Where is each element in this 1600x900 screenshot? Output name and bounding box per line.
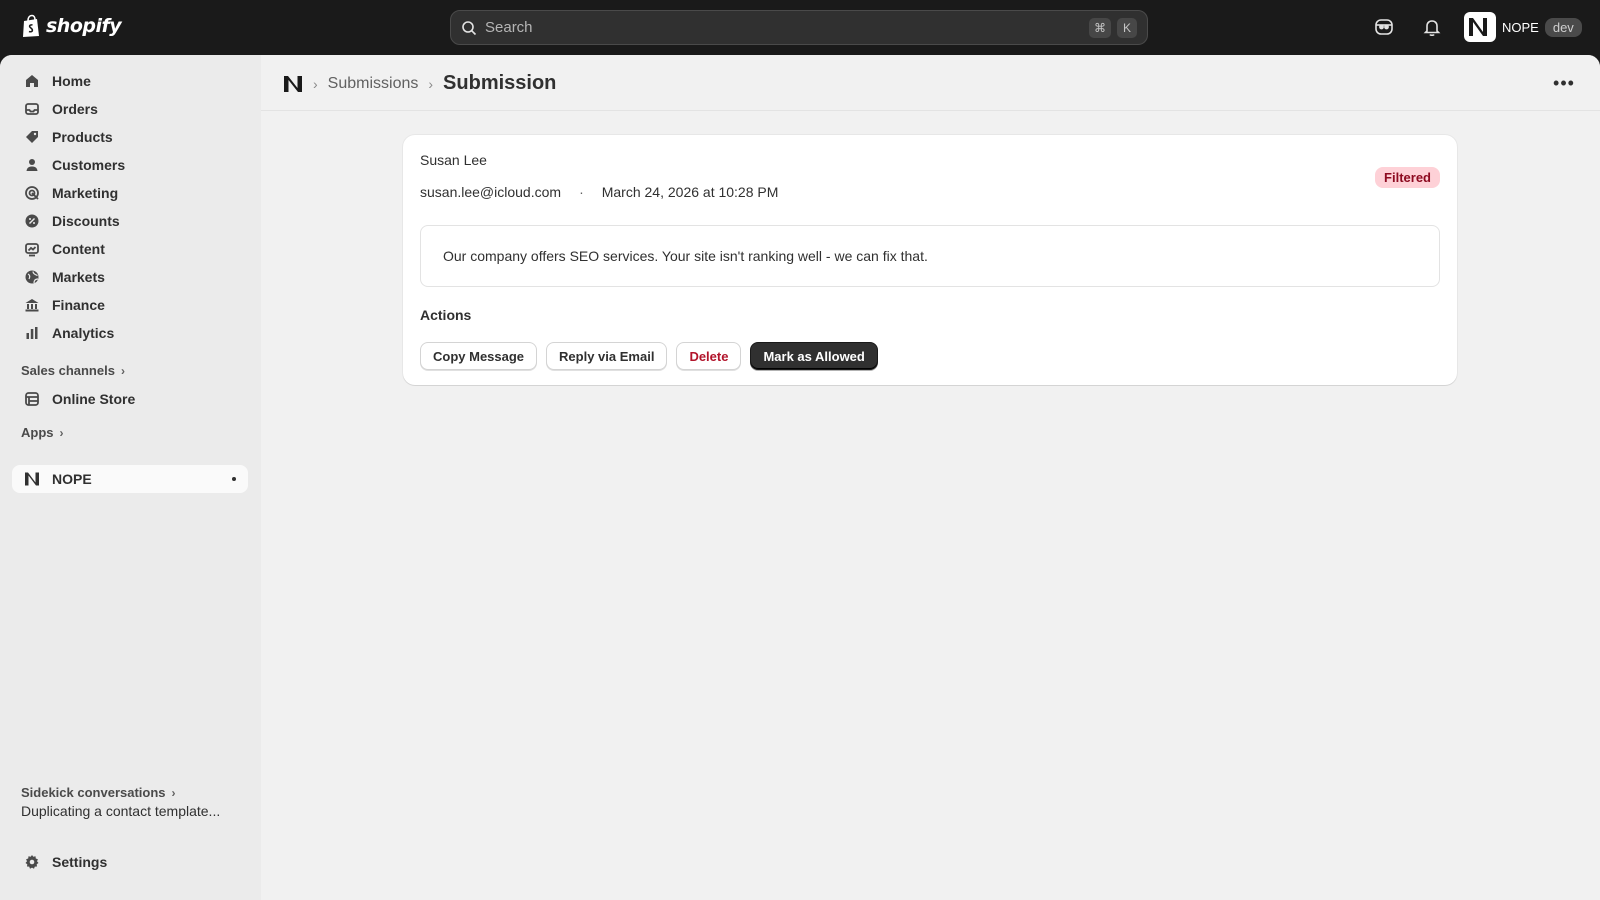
sidebar-item-content[interactable]: Content: [12, 235, 248, 263]
sidebar-item-orders[interactable]: Orders: [12, 95, 248, 123]
sidebar-item-nope-app[interactable]: NOPE: [12, 465, 248, 493]
page-title: Submission: [443, 72, 557, 94]
mark-as-allowed-button[interactable]: Mark as Allowed: [750, 342, 878, 370]
home-icon: [26, 75, 38, 87]
bank-icon: [25, 299, 39, 312]
submission-meta: susan.lee@icloud.com · March 24, 2026 at…: [420, 184, 778, 200]
discount-icon: [25, 214, 39, 228]
sidebar-item-label: Products: [52, 129, 113, 145]
sidebar-item-label: Marketing: [52, 185, 119, 201]
sidekick-conversations-heading[interactable]: Sidekick conversations ›: [21, 785, 176, 800]
sidebar-item-home[interactable]: Home: [12, 67, 248, 95]
sidebar-item-label: Online Store: [52, 391, 136, 407]
sidebar-item-finance[interactable]: Finance: [12, 291, 248, 319]
search-placeholder: Search: [485, 19, 533, 36]
apps-label: Apps: [21, 425, 54, 440]
app-shell: Home Orders Products Customers Marketing…: [0, 55, 1600, 900]
breadcrumb: › Submissions › Submission: [283, 72, 556, 95]
store-icon: [25, 392, 39, 406]
sales-channels-label: Sales channels: [21, 363, 115, 378]
top-bar: shopify Search ⌘ K NOPE dev: [0, 0, 1600, 55]
chevron-right-icon: ›: [428, 75, 434, 92]
sidebar-item-label: Markets: [52, 269, 105, 285]
store-name: NOPE: [1502, 19, 1539, 35]
nope-logo-icon: [1469, 18, 1487, 36]
main-content: › Submissions › Submission ••• Susan Lee…: [261, 55, 1600, 900]
sidebar-item-label: Analytics: [52, 325, 115, 341]
nope-app-icon[interactable]: [283, 74, 303, 94]
sidekick-icon[interactable]: [1373, 16, 1395, 38]
shopify-logo[interactable]: shopify: [20, 14, 122, 38]
sidebar-item-label: Home: [52, 73, 91, 89]
status-badge: Filtered: [1375, 167, 1440, 188]
sales-channels-heading[interactable]: Sales channels ›: [21, 363, 125, 378]
reply-via-email-button[interactable]: Reply via Email: [546, 342, 668, 370]
content-icon: [25, 243, 39, 257]
sender-name: Susan Lee: [420, 152, 487, 168]
shortcut-key-cmd: ⌘: [1089, 17, 1111, 38]
chart-icon: [26, 327, 38, 339]
sidebar-item-settings[interactable]: Settings: [12, 848, 248, 876]
sidebar-item-label: Content: [52, 241, 105, 257]
inbox-icon: [25, 103, 39, 115]
globe-icon: [25, 270, 39, 284]
person-icon: [26, 159, 38, 171]
sidebar-item-label: Orders: [52, 101, 98, 117]
sidebar-item-label: Discounts: [52, 213, 120, 229]
chevron-right-icon: ›: [171, 785, 176, 800]
sidebar: Home Orders Products Customers Marketing…: [0, 55, 261, 900]
sidebar-item-analytics[interactable]: Analytics: [12, 319, 248, 347]
sidebar-item-discounts[interactable]: Discounts: [12, 207, 248, 235]
store-menu[interactable]: NOPE dev: [1464, 12, 1582, 42]
brand-name: shopify: [46, 15, 122, 37]
active-indicator-dot: [232, 477, 236, 481]
breadcrumb-submissions-link[interactable]: Submissions: [328, 75, 419, 93]
sidekick-conversation-item[interactable]: Duplicating a contact template...: [21, 803, 245, 819]
copy-message-button[interactable]: Copy Message: [420, 342, 538, 370]
dev-badge: dev: [1544, 17, 1582, 37]
sidebar-item-label: Customers: [52, 157, 126, 173]
sidebar-item-label: Settings: [52, 854, 108, 870]
nope-app-icon: [25, 472, 39, 486]
sidekick-conversations-label: Sidekick conversations: [21, 785, 166, 800]
sidebar-item-online-store[interactable]: Online Store: [12, 385, 248, 413]
sidebar-item-products[interactable]: Products: [12, 123, 248, 151]
sidebar-item-markets[interactable]: Markets: [12, 263, 248, 291]
shortcut-key-k: K: [1117, 17, 1137, 38]
chevron-right-icon: ›: [120, 363, 125, 378]
gear-icon: [25, 855, 39, 869]
submission-card: Susan Lee susan.lee@icloud.com · March 2…: [403, 135, 1457, 385]
action-buttons: Copy Message Reply via Email Delete Mark…: [420, 342, 878, 370]
sidebar-item-customers[interactable]: Customers: [12, 151, 248, 179]
chevron-right-icon: ›: [59, 425, 64, 440]
sidebar-item-marketing[interactable]: Marketing: [12, 179, 248, 207]
delete-button[interactable]: Delete: [676, 342, 742, 370]
meta-separator: ·: [579, 184, 584, 200]
actions-heading: Actions: [420, 307, 472, 323]
more-actions-button[interactable]: •••: [1550, 71, 1578, 95]
sidebar-item-label: NOPE: [52, 471, 92, 487]
ellipsis-icon: •••: [1553, 72, 1575, 93]
submission-date: March 24, 2026 at 10:28 PM: [601, 184, 779, 200]
tag-icon: [26, 131, 38, 143]
chevron-right-icon: ›: [313, 75, 318, 92]
sender-email: susan.lee@icloud.com: [420, 184, 562, 200]
shopify-bag-icon: [23, 14, 39, 37]
sidebar-item-label: Finance: [52, 297, 105, 313]
bell-icon[interactable]: [1421, 16, 1443, 38]
search-input[interactable]: Search ⌘ K: [450, 10, 1148, 45]
page-header: › Submissions › Submission •••: [261, 55, 1600, 111]
apps-heading[interactable]: Apps ›: [21, 425, 64, 440]
message-box: Our company offers SEO services. Your si…: [420, 225, 1440, 287]
store-avatar: [1464, 12, 1496, 42]
target-icon: [25, 186, 39, 200]
message-text: Our company offers SEO services. Your si…: [443, 248, 928, 264]
search-icon: [462, 20, 477, 35]
